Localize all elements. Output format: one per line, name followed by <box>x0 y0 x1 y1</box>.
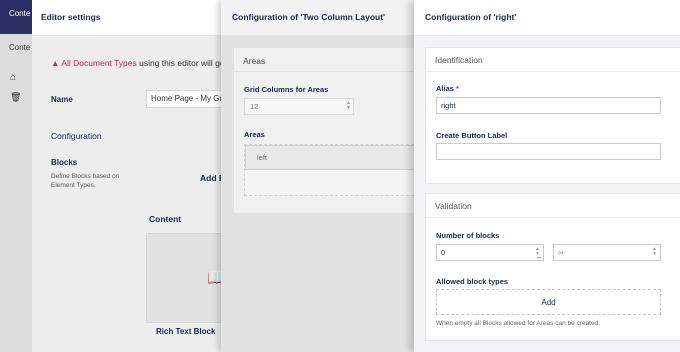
areas-section-title: Areas <box>234 48 416 72</box>
validation-section: Validation Number of blocks 0 ▲ ▼ – ∞ ▲ ▼ … <box>425 193 680 341</box>
editor-settings-panel: Editor settings ▲ All Document Types usi… <box>32 0 242 352</box>
number-of-blocks-label: Number of blocks <box>436 231 500 240</box>
max-blocks-value: ∞ <box>558 248 564 257</box>
app-section-tab[interactable]: Conte <box>9 9 30 18</box>
allowed-block-types-label: Allowed block types <box>436 277 509 286</box>
grid-columns-input[interactable]: 12 ▲ ▼ <box>244 98 354 115</box>
alias-input[interactable] <box>436 97 661 114</box>
all-document-types-link[interactable]: All Document Types <box>61 58 136 68</box>
required-marker: * <box>456 84 459 93</box>
max-blocks-input[interactable]: ∞ ▲ ▼ <box>553 244 661 261</box>
warning-icon: ▲ <box>51 58 60 68</box>
blocks-label: Blocks <box>51 158 78 167</box>
alias-label-text: Alias <box>436 84 454 93</box>
warning-text: using this editor will get <box>136 58 228 68</box>
right-area-config-panel: Configuration of 'right' Identification … <box>414 0 680 352</box>
two-column-layout-panel: Configuration of 'Two Column Layout' Are… <box>221 0 416 352</box>
create-button-label-label: Create Button Label <box>436 131 508 140</box>
rich-text-block-label: Rich Text Block <box>156 327 216 336</box>
name-label: Name <box>51 95 73 104</box>
app-sidebar <box>0 0 32 352</box>
trash-icon: 🗑 <box>10 92 22 102</box>
sidebar-item-home[interactable]: ⌂ <box>10 72 30 83</box>
areas-label: Areas <box>244 130 265 139</box>
document-types-warning: ▲ All Document Types using this editor w… <box>51 58 227 68</box>
app-section-title: Conte <box>9 43 31 52</box>
grid-columns-label: Grid Columns for Areas <box>244 85 329 94</box>
right-config-title: Configuration of 'right' <box>414 0 680 36</box>
number-spinner-icon[interactable]: ▲ ▼ <box>346 101 351 111</box>
two-column-layout-title: Configuration of 'Two Column Layout' <box>221 0 416 36</box>
alias-label: Alias * <box>436 84 459 93</box>
configuration-heading: Configuration <box>51 131 102 141</box>
min-blocks-input[interactable]: 0 ▲ ▼ <box>436 244 544 261</box>
identification-section: Identification Alias * Create Button Lab… <box>425 47 680 184</box>
grid-columns-value: 12 <box>250 102 259 111</box>
area-left[interactable]: left <box>245 145 416 170</box>
min-blocks-value: 0 <box>441 248 446 257</box>
areas-section: Areas Grid Columns for Areas 12 ▲ ▼ Areas… <box>233 47 416 214</box>
allowed-block-types-help: When empty all Blocks allowed for Areas … <box>436 320 601 327</box>
add-allowed-block-type-button[interactable]: Add <box>436 289 661 315</box>
app-topbar[interactable]: Conte <box>0 0 32 34</box>
editor-settings-title: Editor settings <box>32 0 242 36</box>
areas-layout-grid: left <box>244 144 416 196</box>
create-button-label-input[interactable] <box>436 143 661 160</box>
sidebar-item-recycle-bin[interactable]: 🗑 <box>10 92 30 103</box>
home-icon: ⌂ <box>10 72 17 83</box>
blocks-description: Define Blocks based on Element Types. <box>51 173 120 189</box>
range-separator: – <box>537 253 542 262</box>
identification-title: Identification <box>426 48 680 72</box>
number-spinner-icon[interactable]: ▲ ▼ <box>652 247 657 257</box>
validation-title: Validation <box>426 194 680 218</box>
content-group-label: Content <box>149 214 182 224</box>
